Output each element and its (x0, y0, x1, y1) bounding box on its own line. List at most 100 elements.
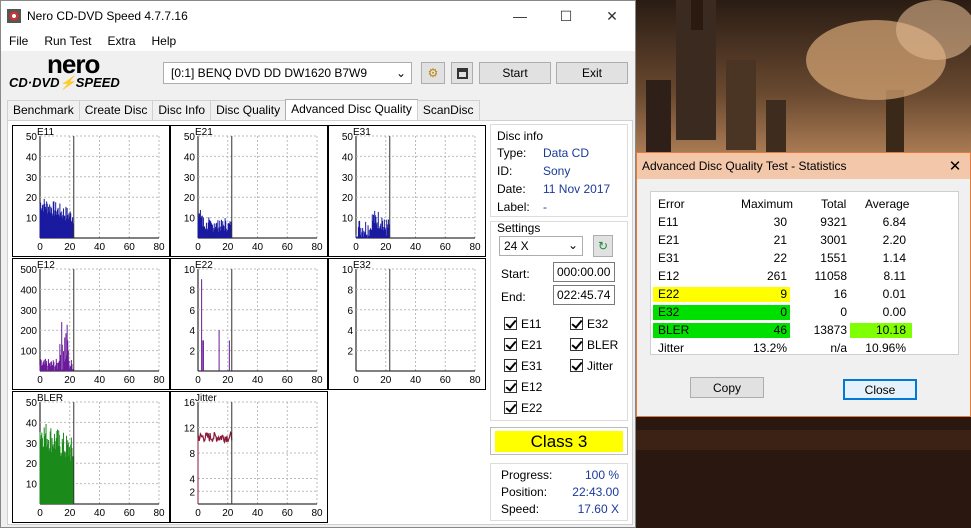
x-tick-label: 40 (410, 375, 422, 386)
tab-create-disc[interactable]: Create Disc (78, 100, 154, 120)
speed-value: 17.60 X (577, 502, 619, 516)
save-button[interactable] (451, 62, 473, 84)
end-time-input[interactable]: 022:45.74 (553, 285, 615, 305)
chevron-down-icon: ⌄ (567, 238, 578, 252)
x-tick-label: 80 (153, 242, 165, 253)
checkbox-e12[interactable] (504, 380, 517, 393)
refresh-button[interactable]: ↻ (593, 235, 613, 257)
stats-row-jitter: Jitter 13.2% n/a 10.96% (651, 339, 960, 357)
checkbox-e31[interactable] (504, 359, 517, 372)
checkbox-e22[interactable] (504, 401, 517, 414)
tab-benchmark[interactable]: Benchmark (7, 100, 80, 120)
x-tick-label: 80 (153, 508, 165, 519)
total-value: 3001 (820, 233, 847, 247)
chevron-down-icon: ⌄ (395, 66, 406, 80)
x-tick-label: 80 (311, 242, 323, 253)
tab-strip: Benchmark Create Disc Disc Info Disc Qua… (7, 99, 480, 120)
y-tick-label: 20 (342, 193, 354, 204)
checkbox-bler[interactable] (570, 338, 583, 351)
nero-logo: nero CD·DVD⚡SPEED (9, 49, 120, 90)
maximum-value: 46 (773, 323, 787, 337)
x-tick-label: 80 (469, 242, 481, 253)
checkbox-e11[interactable] (504, 317, 517, 330)
average-value: 10.96% (865, 341, 906, 355)
y-tick-label: 10 (184, 265, 196, 276)
total-value: n/a (830, 341, 847, 355)
x-tick-label: 40 (252, 375, 264, 386)
y-tick-label: 30 (26, 173, 38, 184)
disc-info-group: Disc info Type: Data CD ID: Sony Date: 1… (490, 124, 628, 217)
y-tick-label: 10 (26, 214, 38, 225)
error-name: E12 (658, 269, 680, 283)
tab-disc-info[interactable]: Disc Info (152, 100, 212, 120)
close-button[interactable]: Close (843, 379, 917, 400)
dialog-title-bar: Advanced Disc Quality Test - Statistics … (637, 153, 970, 179)
y-tick-label: 20 (184, 193, 196, 204)
menu-run-test[interactable]: Run Test (36, 34, 99, 48)
y-tick-label: 6 (347, 306, 353, 317)
eject-icon: ⚙ (427, 66, 439, 80)
x-tick-label: 0 (353, 375, 359, 386)
menu-bar: File Run Test Extra Help (1, 31, 635, 51)
close-window-button[interactable]: ✕ (589, 1, 635, 31)
chart-e31: E31 0 20 40 60 80 10 20 30 40 50 (328, 125, 486, 257)
x-tick-label: 60 (440, 242, 452, 253)
minimize-button[interactable]: — (497, 1, 543, 31)
chart-e32: E32 0 20 40 60 80 2 4 6 8 10 (328, 258, 486, 390)
speed-select[interactable]: 24 X ⌄ (499, 236, 583, 256)
checkbox-e21[interactable] (504, 338, 517, 351)
x-tick-label: 20 (222, 508, 234, 519)
y-tick-label: 50 (342, 132, 354, 143)
copy-button[interactable]: Copy (690, 377, 764, 398)
y-tick-label: 300 (20, 306, 37, 317)
chart-e11: E11 0 20 40 60 80 10 20 30 40 50 (12, 125, 170, 257)
x-tick-label: 60 (124, 242, 136, 253)
stats-row-e12: E12 261 11058 8.11 (651, 267, 960, 285)
checkbox-e32[interactable] (570, 317, 583, 330)
x-tick-label: 80 (311, 508, 323, 519)
exit-button[interactable]: Exit (556, 62, 628, 84)
refresh-icon: ↻ (597, 239, 609, 253)
x-tick-label: 60 (282, 508, 294, 519)
tab-disc-quality[interactable]: Disc Quality (210, 100, 287, 120)
class-label: Class 3 (495, 431, 623, 452)
maximum-value: 13.2% (752, 341, 787, 355)
x-tick-label: 40 (410, 242, 422, 253)
close-icon[interactable]: ✕ (940, 157, 970, 175)
error-name: Jitter (658, 341, 685, 355)
tab-advanced-disc-quality[interactable]: Advanced Disc Quality (285, 99, 418, 120)
menu-help[interactable]: Help (144, 34, 185, 48)
checkbox-jitter[interactable] (570, 359, 583, 372)
stats-row-bler: BLER 46 13873 10.18 (651, 321, 960, 339)
y-tick-label: 40 (26, 152, 38, 163)
x-tick-label: 40 (252, 242, 264, 253)
x-tick-label: 0 (195, 508, 201, 519)
error-name: E11 (658, 215, 679, 229)
table-header: Error Maximum Total Average (658, 197, 910, 211)
start-time-input[interactable]: 000:00.00 (553, 262, 615, 282)
start-button[interactable]: Start (479, 62, 551, 84)
y-tick-label: 30 (184, 173, 196, 184)
menu-file[interactable]: File (1, 34, 36, 48)
average-value: 8.11 (883, 269, 906, 283)
total-value: 11058 (814, 269, 847, 283)
menu-extra[interactable]: Extra (99, 34, 143, 48)
tab-panel: E11 0 20 40 60 80 10 20 30 40 50 E21 0 20 40 60 80 10 20 30… (7, 120, 633, 525)
y-tick-label: 10 (26, 480, 38, 491)
drive-select[interactable]: [0:1] BENQ DVD DD DW1620 B7W9 ⌄ (163, 62, 412, 84)
chart-e21: E21 0 20 40 60 80 10 20 30 40 50 (170, 125, 328, 257)
y-tick-label: 400 (20, 285, 37, 296)
error-name: E21 (658, 233, 680, 247)
error-name: E32 (658, 305, 680, 319)
y-tick-label: 16 (184, 398, 196, 409)
x-tick-label: 0 (37, 242, 43, 253)
y-tick-label: 12 (184, 424, 196, 435)
x-tick-label: 80 (153, 375, 165, 386)
average-value: 0.01 (882, 287, 906, 301)
drive-info-button[interactable]: ⚙ (421, 62, 445, 84)
x-tick-label: 0 (37, 508, 43, 519)
y-tick-label: 10 (342, 214, 354, 225)
tab-scandisc[interactable]: ScanDisc (416, 100, 480, 120)
error-name: BLER (658, 323, 690, 337)
maximize-button[interactable]: ☐ (543, 1, 589, 31)
